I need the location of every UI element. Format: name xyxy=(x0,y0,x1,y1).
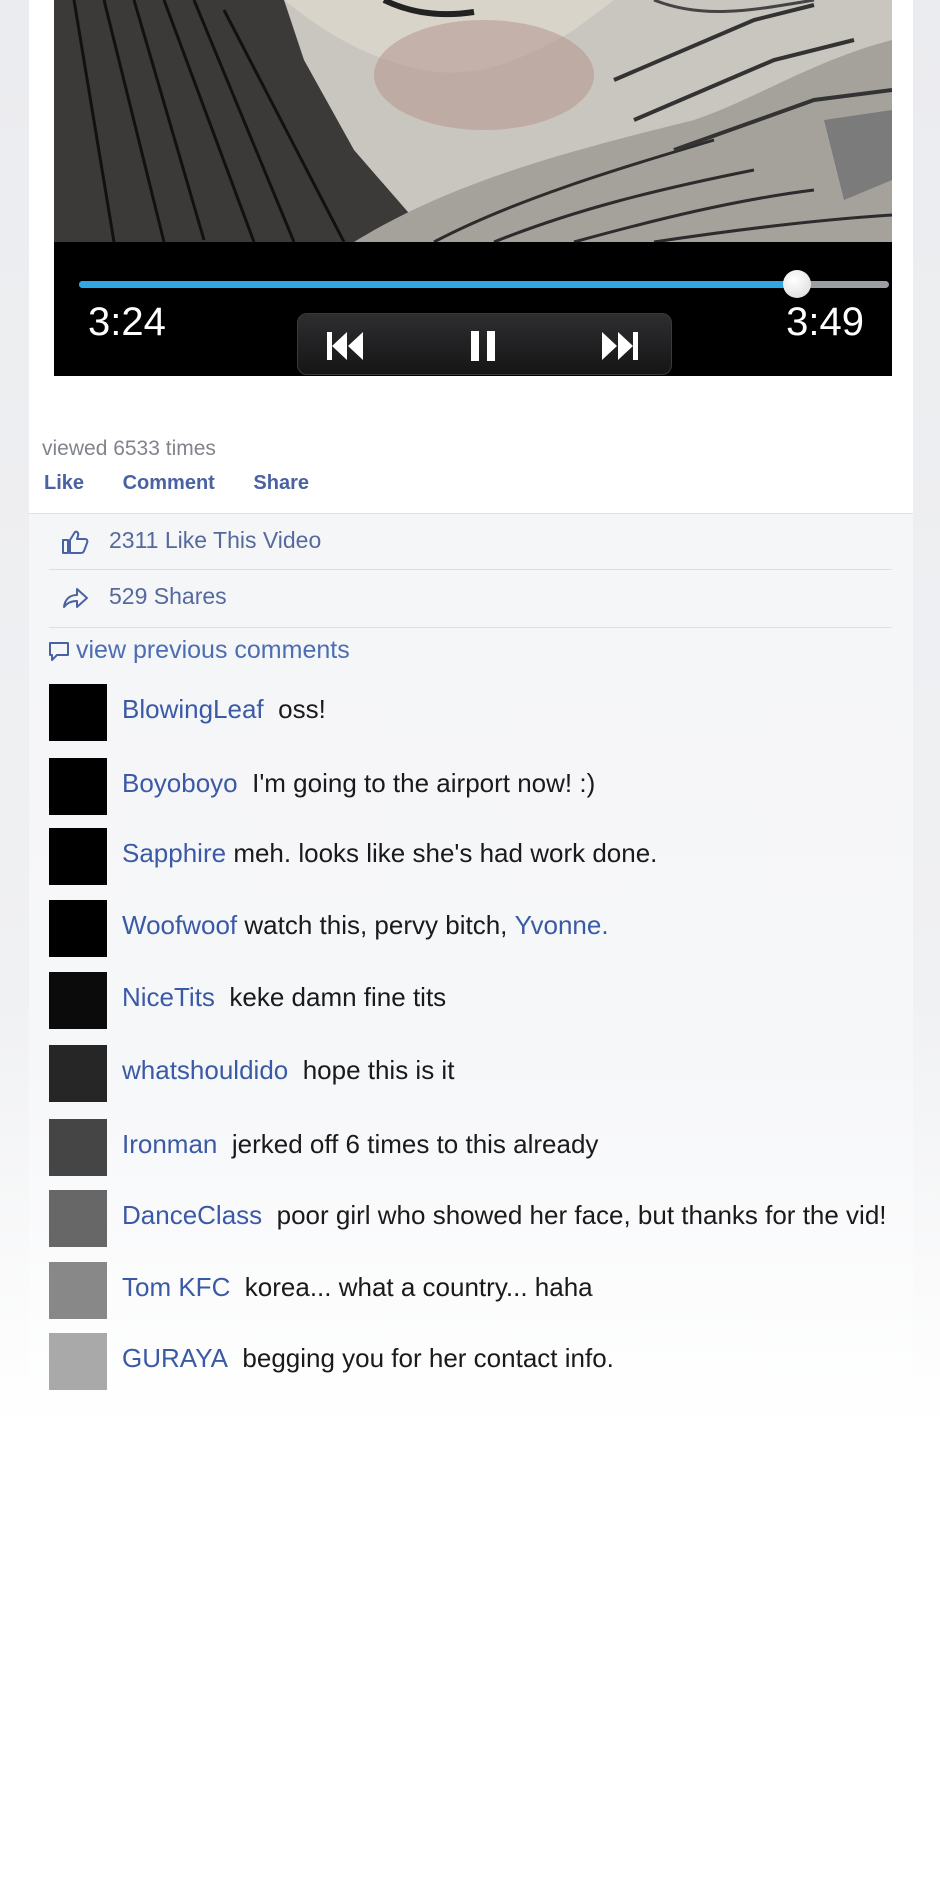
comment-item: NiceTits keke damn fine tits xyxy=(49,972,919,1030)
avatar[interactable] xyxy=(49,972,107,1029)
comment-item: BlowingLeaf oss! xyxy=(49,684,919,742)
playback-controls xyxy=(297,313,672,375)
comment-item: DanceClass poor girl who showed her face… xyxy=(49,1190,919,1248)
comment-link[interactable]: Comment xyxy=(123,472,215,494)
comment-text: hope this is it xyxy=(302,1055,455,1085)
comment-text: I'm going to the airport now! :) xyxy=(252,768,596,798)
post-actions: Like Comment Share xyxy=(44,472,342,495)
comment-author[interactable]: Ironman xyxy=(122,1129,217,1159)
seek-bar-progress xyxy=(79,281,798,288)
comment-author[interactable]: NiceTits xyxy=(122,982,215,1012)
avatar[interactable] xyxy=(49,900,107,957)
divider xyxy=(49,569,892,570)
comment-item: Tom KFC korea... what a country... haha xyxy=(49,1262,919,1320)
comment-item: Sapphire meh. looks like she's had work … xyxy=(49,828,919,886)
comment-author[interactable]: BlowingLeaf xyxy=(122,694,264,724)
view-count: viewed 6533 times xyxy=(42,437,216,460)
share-arrow-icon xyxy=(63,588,88,608)
seek-bar[interactable] xyxy=(79,270,892,298)
comment-text: oss! xyxy=(278,694,326,724)
avatar[interactable] xyxy=(49,758,107,815)
avatar[interactable] xyxy=(49,684,107,741)
comment-author[interactable]: Boyoboyo xyxy=(122,768,238,798)
comment-author[interactable]: Sapphire xyxy=(122,838,226,868)
divider xyxy=(49,627,892,628)
comment-bubble-icon xyxy=(49,642,69,662)
current-time: 3:24 xyxy=(88,300,166,344)
view-previous-comments-label: view previous comments xyxy=(76,636,350,664)
comment-text: korea... what a country... haha xyxy=(244,1272,593,1302)
comment-item: Boyoboyo I'm going to the airport now! :… xyxy=(49,758,919,816)
seek-handle[interactable] xyxy=(783,270,812,298)
comment-text: jerked off 6 times to this already xyxy=(231,1129,599,1159)
like-link[interactable]: Like xyxy=(44,472,84,494)
avatar[interactable] xyxy=(49,1119,107,1176)
comment-author[interactable]: Tom KFC xyxy=(122,1272,230,1302)
shares-count-text: 529 Shares xyxy=(109,583,227,609)
avatar[interactable] xyxy=(49,1190,107,1247)
previous-track-icon[interactable] xyxy=(323,326,367,366)
avatar[interactable] xyxy=(49,1045,107,1102)
comment-mention[interactable]: Yvonne. xyxy=(515,910,609,940)
thumbs-up-icon xyxy=(62,530,89,554)
likes-count-text: 2311 Like This Video xyxy=(109,527,322,553)
total-duration: 3:49 xyxy=(786,300,864,344)
comment-item: whatshouldido hope this is it xyxy=(49,1045,919,1103)
comment-author[interactable]: whatshouldido xyxy=(122,1055,288,1085)
video-frame-illustration xyxy=(54,0,892,242)
comment-text: meh. looks like she's had work done. xyxy=(233,838,658,868)
comment-author[interactable]: GURAYA xyxy=(122,1343,228,1373)
view-previous-comments[interactable]: view previous comments xyxy=(48,636,350,665)
avatar[interactable] xyxy=(49,1333,107,1390)
comment-text: poor girl who showed her face, but thank… xyxy=(276,1200,887,1230)
pause-icon[interactable] xyxy=(461,326,505,366)
comment-item: Woofwoof watch this, pervy bitch, Yvonne… xyxy=(49,900,919,958)
likes-summary[interactable]: 2311 Like This Video xyxy=(49,515,892,570)
comment-author[interactable]: Woofwoof xyxy=(122,910,237,940)
avatar[interactable] xyxy=(49,1262,107,1319)
share-link[interactable]: Share xyxy=(253,472,309,494)
comment-item: Ironman jerked off 6 times to this alrea… xyxy=(49,1119,919,1177)
avatar[interactable] xyxy=(49,828,107,885)
comment-text: keke damn fine tits xyxy=(229,982,447,1012)
video-player[interactable]: 3:24 3:49 xyxy=(54,0,892,376)
comment-author[interactable]: DanceClass xyxy=(122,1200,262,1230)
comment-text: watch this, pervy bitch, xyxy=(244,910,508,940)
next-track-icon[interactable] xyxy=(598,326,642,366)
comment-text: begging you for her contact info. xyxy=(242,1343,614,1373)
comment-item: GURAYA begging you for her contact info. xyxy=(49,1333,919,1391)
shares-summary[interactable]: 529 Shares xyxy=(49,571,892,626)
left-gutter xyxy=(0,0,29,1430)
